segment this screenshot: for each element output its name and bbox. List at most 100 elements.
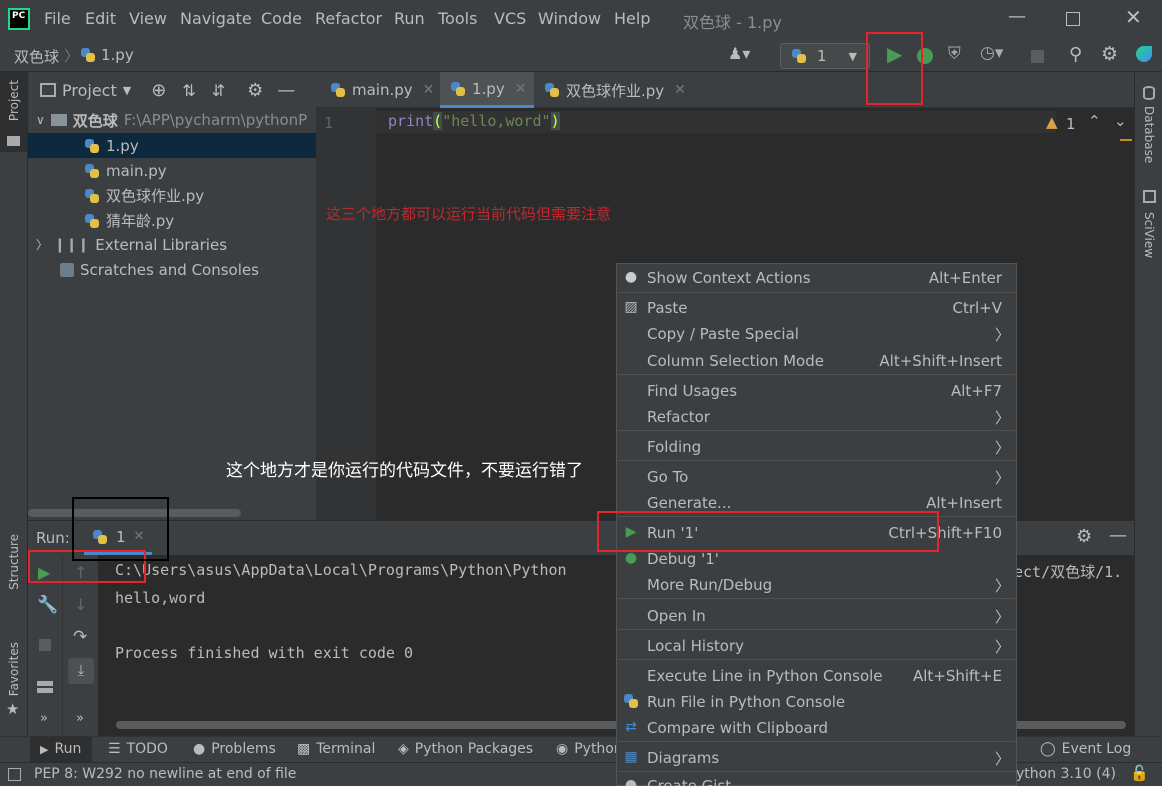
plugin-icon[interactable] (1136, 46, 1152, 62)
collapse-all-icon[interactable]: ⇵ (212, 81, 225, 100)
menu-item-diagrams[interactable]: ▦ Diagrams 〉 (617, 745, 1016, 771)
menu-item-column-selection-mode[interactable]: Column Selection Mode Alt+Shift+Insert (617, 348, 1016, 374)
menu-separator (618, 374, 1015, 375)
lock-icon[interactable]: 🔓 (1130, 764, 1149, 782)
tab-1-py[interactable]: 1.py ✕ (440, 72, 534, 108)
menu-item-show-context-actions[interactable]: ● Show Context Actions Alt+Enter (617, 265, 1016, 291)
tab-todo[interactable]: ☰ TODO (108, 741, 168, 757)
close-tab-icon[interactable]: ✕ (423, 82, 435, 98)
menu-item-local-history[interactable]: Local History 〉 (617, 633, 1016, 659)
project-tool-label[interactable]: Project (7, 80, 21, 121)
more-icon[interactable]: » (40, 711, 48, 726)
chevron-down-icon[interactable]: ∨ (36, 113, 45, 127)
menu-item-create-gist[interactable]: ● Create Gist... (617, 773, 1016, 786)
user-icon[interactable]: ♟▾ (728, 44, 750, 63)
next-highlight-icon[interactable]: ⌄ (1114, 112, 1127, 130)
status-checkbox-icon[interactable] (8, 768, 21, 781)
code-string: "hello,word" (442, 112, 551, 130)
menu-item-run-file-in-console[interactable]: Run File in Python Console (617, 689, 1016, 715)
project-view-select[interactable]: Project (62, 81, 117, 100)
menu-help[interactable]: Help (614, 9, 650, 28)
layout-icon[interactable] (37, 681, 53, 693)
locate-icon[interactable]: ⊕ (151, 80, 166, 101)
structure-tool-label[interactable]: Structure (7, 534, 21, 590)
panel-settings-icon[interactable]: ⚙ (247, 80, 263, 101)
close-tab-icon[interactable]: ✕ (674, 82, 686, 98)
hide-panel-icon[interactable]: — (1109, 525, 1127, 546)
menu-item-compare-with-clipboard[interactable]: ⇄ Compare with Clipboard (617, 715, 1016, 741)
tree-item-scratches[interactable]: Scratches and Consoles (28, 257, 316, 282)
wrench-icon[interactable]: 🔧 (37, 595, 58, 615)
scroll-to-end-icon[interactable]: ⤓ (68, 658, 94, 684)
python-file-icon (84, 163, 100, 179)
settings-gear-icon[interactable]: ⚙ (1101, 43, 1118, 65)
interpreter-status[interactable]: ython 3.10 (4) (1016, 766, 1116, 782)
database-tool-label[interactable]: Database (1142, 106, 1156, 163)
hide-panel-icon[interactable]: — (277, 80, 295, 101)
profile-button[interactable]: ◷▾ (980, 43, 1003, 63)
tab-terminal[interactable]: ▩ Terminal (297, 741, 375, 757)
menu-code[interactable]: Code (261, 9, 302, 28)
breadcrumb-file[interactable]: 1.py (101, 46, 134, 64)
menu-item-copy-paste-special[interactable]: Copy / Paste Special 〉 (617, 321, 1016, 347)
more-icon[interactable]: » (76, 711, 84, 726)
close-tab-icon[interactable]: ✕ (515, 81, 527, 97)
menu-item-refactor[interactable]: Refactor 〉 (617, 404, 1016, 430)
maximize-button[interactable] (1066, 12, 1080, 26)
tab-main-py[interactable]: main.py ✕ (330, 72, 434, 108)
warning-count[interactable]: 1 (1066, 115, 1076, 133)
menu-tools[interactable]: Tools (438, 9, 477, 28)
chevron-right-icon[interactable]: 〉 (36, 236, 48, 253)
favorites-tool-label[interactable]: Favorites (7, 642, 21, 696)
menu-item-more-run-debug[interactable]: More Run/Debug 〉 (617, 572, 1016, 598)
menu-edit[interactable]: Edit (85, 9, 116, 28)
soft-wrap-icon[interactable]: ↷ (73, 627, 87, 647)
run-configuration-select[interactable]: 1 ▼ (780, 43, 870, 69)
breadcrumb-project[interactable]: 双色球 (14, 46, 59, 67)
code-line[interactable]: print("hello,word") (388, 112, 560, 130)
menu-navigate[interactable]: Navigate (180, 9, 252, 28)
file-name: 双色球作业.py (106, 187, 205, 205)
menu-refactor[interactable]: Refactor (315, 9, 382, 28)
tab-python-packages[interactable]: ◈ Python Packages (398, 741, 533, 757)
stop-button[interactable] (1031, 50, 1044, 63)
menu-item-paste[interactable]: ▨ Paste Ctrl+V (617, 295, 1016, 321)
previous-highlight-icon[interactable]: ⌃ (1088, 112, 1101, 130)
menu-file[interactable]: File (44, 9, 71, 28)
menu-item-find-usages[interactable]: Find Usages Alt+F7 (617, 378, 1016, 404)
menu-item-folding[interactable]: Folding 〉 (617, 434, 1016, 460)
minimize-button[interactable]: — (1008, 6, 1026, 27)
console-output-line: C:\Users\asus\AppData\Local\Programs\Pyt… (115, 561, 567, 579)
menu-run[interactable]: Run (394, 9, 425, 28)
expand-all-icon[interactable]: ⇅ (182, 81, 195, 100)
tab-python-console[interactable]: ◉ Python (556, 741, 623, 757)
tree-root[interactable]: ∨ 双色球 F:\APP\pycharm\pythonP (28, 108, 316, 132)
close-window-button[interactable]: ✕ (1125, 5, 1142, 29)
menu-vcs[interactable]: VCS (494, 9, 526, 28)
chevron-down-icon[interactable]: ▼ (123, 84, 131, 97)
tab-run[interactable]: ▶ Run (40, 741, 81, 757)
tree-item-file[interactable]: 猜年龄.py (28, 208, 316, 233)
tab-event-log[interactable]: ◯ Event Log (1040, 741, 1131, 757)
menu-item-execute-line[interactable]: Execute Line in Python Console Alt+Shift+… (617, 663, 1016, 689)
stop-button[interactable] (39, 639, 51, 651)
sciview-tool-label[interactable]: SciView (1142, 212, 1156, 258)
coverage-button[interactable]: ⛨ (948, 44, 961, 64)
menu-view[interactable]: View (129, 9, 167, 28)
search-icon[interactable]: ⚲ (1069, 44, 1082, 65)
tab-shuangseqiu-py[interactable]: 双色球作业.py ✕ (544, 72, 686, 108)
tree-item-external-libraries[interactable]: 〉 ❙❙❙ External Libraries (28, 232, 316, 257)
menu-item-open-in[interactable]: Open In 〉 (617, 603, 1016, 629)
run-settings-gear-icon[interactable]: ⚙ (1076, 526, 1092, 547)
tree-item-file[interactable]: 1.py (28, 133, 316, 158)
tab-problems[interactable]: ● Problems (193, 741, 276, 757)
tree-item-file[interactable]: main.py (28, 158, 316, 183)
tree-item-file[interactable]: 双色球作业.py (28, 183, 316, 208)
scroll-down-icon[interactable]: ↓ (74, 595, 87, 614)
annotation-box-toolbar-run (866, 32, 923, 105)
status-message[interactable]: PEP 8: W292 no newline at end of file (34, 766, 296, 782)
menu-item-go-to[interactable]: Go To 〉 (617, 464, 1016, 490)
warning-icon[interactable]: ▲ (1046, 113, 1058, 131)
menu-item-label: Go To (647, 468, 689, 486)
menu-window[interactable]: Window (538, 9, 601, 28)
